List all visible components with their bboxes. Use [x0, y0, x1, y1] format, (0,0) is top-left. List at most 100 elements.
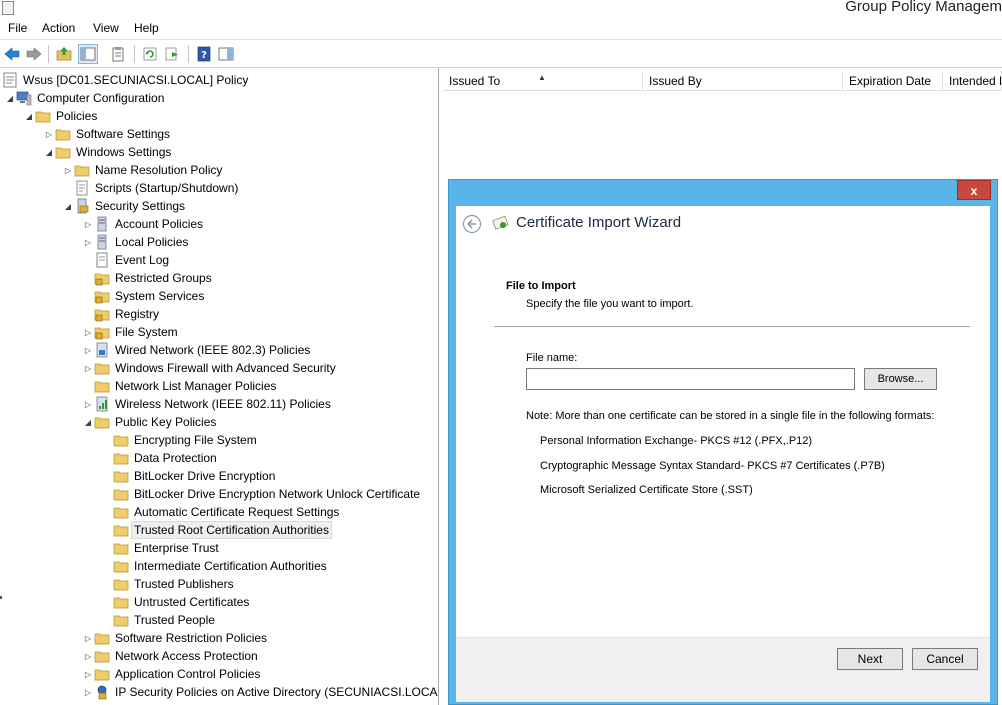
folder-icon	[113, 504, 129, 520]
cancel-button[interactable]: Cancel	[912, 648, 978, 670]
tree-item-bitlocker[interactable]: BitLocker Drive Encryption	[113, 467, 277, 485]
expand-arrow-icon[interactable]: ▷	[82, 341, 94, 359]
wired-network-icon	[94, 342, 110, 358]
folder-icon	[94, 414, 110, 430]
column-intended-purposes[interactable]: Intended P	[943, 71, 1002, 91]
collapse-arrow-icon[interactable]: ◢	[82, 413, 94, 431]
tree-item-public-key-policies[interactable]: ◢ Public Key Policies	[82, 413, 218, 431]
close-button[interactable]: x	[957, 180, 991, 200]
expand-arrow-icon[interactable]: ▷	[82, 233, 94, 251]
folder-icon	[94, 648, 110, 664]
tree-item-untrusted-certificates[interactable]: Untrusted Certificates	[113, 593, 251, 611]
console-tree: Wsus [DC01.SECUNIACSI.LOCAL] Policy ◢ Co…	[0, 68, 439, 705]
tree-item-policies[interactable]: ◢ Policies	[23, 107, 99, 125]
expand-arrow-icon[interactable]: ▷	[82, 629, 94, 647]
folder-icon	[113, 594, 129, 610]
folder-icon	[113, 450, 129, 466]
browse-button[interactable]: Browse...	[864, 368, 937, 390]
menu-file[interactable]: File	[6, 21, 29, 35]
collapse-arrow-icon[interactable]: ◢	[23, 107, 35, 125]
toolbar-separator	[188, 45, 189, 63]
column-expiration-date[interactable]: Expiration Date	[843, 71, 943, 91]
tree-item-windows-settings[interactable]: ◢ Windows Settings	[43, 143, 173, 161]
expand-arrow-icon[interactable]: ▷	[82, 647, 94, 665]
certificate-import-wizard: x Certificate Import Wizard File to Impo…	[448, 179, 998, 705]
tree-item-scripts[interactable]: Scripts (Startup/Shutdown)	[74, 179, 240, 197]
tree-item-name-resolution-policy[interactable]: ▷ Name Resolution Policy	[62, 161, 224, 179]
script-icon	[74, 180, 90, 196]
expand-arrow-icon[interactable]: ▷	[43, 125, 55, 143]
tree-item-intermediate-ca[interactable]: Intermediate Certification Authorities	[113, 557, 329, 575]
action-pane-icon[interactable]	[216, 44, 236, 64]
expand-arrow-icon[interactable]: ▷	[82, 665, 94, 683]
tree-item-security-settings[interactable]: ◢ Security Settings	[62, 197, 187, 215]
expand-arrow-icon[interactable]: ▷	[62, 161, 74, 179]
folder-icon	[55, 144, 71, 160]
tree-item-application-control[interactable]: ▷ Application Control Policies	[82, 665, 262, 683]
folder-icon	[113, 468, 129, 484]
tree-item-registry[interactable]: Registry	[94, 305, 161, 323]
wizard-header: Certificate Import Wizard	[456, 206, 990, 242]
tree-item-enterprise-trust[interactable]: Enterprise Trust	[113, 539, 221, 557]
tree-item-computer-configuration[interactable]: ◢ Computer Configuration	[4, 89, 166, 107]
expand-arrow-icon[interactable]: ▷	[82, 215, 94, 233]
refresh-icon[interactable]	[140, 44, 160, 64]
tree-item-local-policies[interactable]: ▷ Local Policies	[82, 233, 190, 251]
section-subtitle: Specify the file you want to import.	[526, 298, 694, 310]
event-log-icon	[94, 252, 110, 268]
tree-item-root[interactable]: Wsus [DC01.SECUNIACSI.LOCAL] Policy	[2, 71, 250, 89]
collapse-arrow-icon[interactable]: ◢	[43, 143, 55, 161]
tree-item-windows-firewall[interactable]: ▷ Windows Firewall with Advanced Securit…	[82, 359, 338, 377]
properties-icon[interactable]	[108, 44, 128, 64]
collapse-arrow-icon[interactable]: ◢	[4, 89, 16, 107]
locked-folder-icon	[94, 306, 110, 322]
folder-icon	[94, 630, 110, 646]
tree-item-system-services[interactable]: System Services	[94, 287, 206, 305]
up-folder-icon[interactable]	[54, 44, 74, 64]
tree-item-trusted-root[interactable]: Trusted Root Certification Authorities	[113, 521, 332, 539]
column-issued-by[interactable]: Issued By	[643, 71, 843, 91]
tree-item-software-restriction[interactable]: ▷ Software Restriction Policies	[82, 629, 269, 647]
tree-item-wired-network[interactable]: ▷ Wired Network (IEEE 802.3) Policies	[82, 341, 312, 359]
back-icon[interactable]	[2, 44, 22, 64]
expand-arrow-icon[interactable]: ▷	[82, 395, 94, 413]
tree-item-network-access-protection[interactable]: ▷ Network Access Protection	[82, 647, 260, 665]
collapse-arrow-icon[interactable]: ◢	[62, 197, 74, 215]
show-hide-tree-icon[interactable]	[78, 44, 98, 64]
tree-item-auto-cert-request[interactable]: Automatic Certificate Request Settings	[113, 503, 341, 521]
menu-help[interactable]: Help	[132, 21, 161, 35]
folder-icon	[113, 540, 129, 556]
folder-icon	[113, 522, 129, 538]
format-p7b: Cryptographic Message Syntax Standard- P…	[540, 460, 885, 472]
tree-item-ip-security[interactable]: ▷ IP Security Policies on Active Directo…	[82, 683, 438, 701]
tree-item-trusted-publishers[interactable]: Trusted Publishers	[113, 575, 236, 593]
tree-item-file-system[interactable]: ▷ File System	[82, 323, 180, 341]
tree-item-data-protection[interactable]: Data Protection	[113, 449, 219, 467]
expand-arrow-icon[interactable]: ▷	[82, 323, 94, 341]
locked-folder-icon	[94, 288, 110, 304]
menu-view[interactable]: View	[91, 21, 121, 35]
file-name-input[interactable]	[526, 368, 855, 390]
forward-icon[interactable]	[24, 44, 44, 64]
tree-item-encrypting-file-system[interactable]: Encrypting File System	[113, 431, 259, 449]
next-button[interactable]: Next	[837, 648, 903, 670]
policy-icon	[2, 72, 18, 88]
folder-icon	[74, 162, 90, 178]
expand-arrow-icon[interactable]: ▷	[82, 683, 94, 701]
expand-arrow-icon[interactable]: ▷	[82, 359, 94, 377]
export-list-icon[interactable]	[162, 44, 182, 64]
tree-item-trusted-people[interactable]: Trusted People	[113, 611, 217, 629]
tree-item-bitlocker-network-unlock[interactable]: BitLocker Drive Encryption Network Unloc…	[113, 485, 422, 503]
tree-item-wireless-network[interactable]: ▷ Wireless Network (IEEE 802.11) Policie…	[82, 395, 333, 413]
tree-item-account-policies[interactable]: ▷ Account Policies	[82, 215, 205, 233]
tree-item-event-log[interactable]: Event Log	[94, 251, 171, 269]
menu-action[interactable]: Action	[40, 21, 77, 35]
security-settings-icon	[74, 198, 90, 214]
tree-item-software-settings[interactable]: ▷ Software Settings	[43, 125, 172, 143]
file-name-label: File name:	[526, 352, 578, 364]
tree-item-restricted-groups[interactable]: Restricted Groups	[94, 269, 214, 287]
help-icon[interactable]: ?	[194, 44, 214, 64]
back-arrow-icon[interactable]	[462, 214, 482, 234]
tree-item-network-list-manager[interactable]: Network List Manager Policies	[94, 377, 278, 395]
locked-folder-icon	[94, 324, 110, 340]
